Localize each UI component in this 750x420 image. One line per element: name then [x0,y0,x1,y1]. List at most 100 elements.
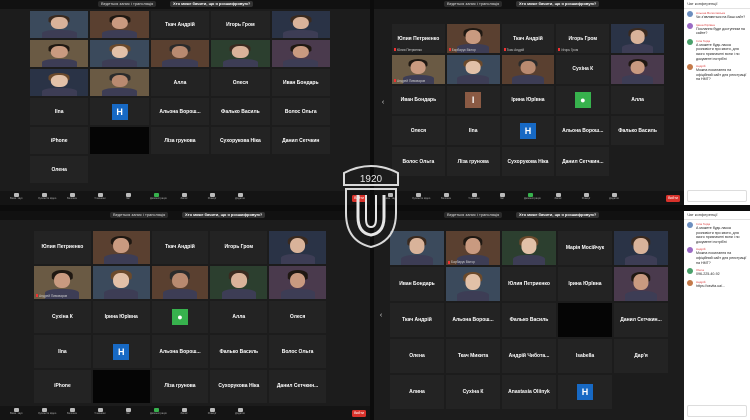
participant-tile[interactable]: Барбарук Віктор [446,231,500,265]
toolbar-button[interactable]: Додатки [608,193,620,203]
participant-tile[interactable] [92,265,150,299]
toolbar-button[interactable]: Додатки [234,408,246,418]
participant-tile[interactable]: Волос Ольга [271,98,330,125]
leave-meeting-button[interactable]: Вийти [666,195,680,202]
participant-tile[interactable]: Ірина Юрївна [501,85,555,115]
participant-tile[interactable] [90,69,149,96]
participant-tile[interactable] [614,267,668,301]
toolbar-button[interactable]: Учасники [468,193,480,203]
participant-tile[interactable]: Ірина Юрївна [558,267,612,301]
participant-tile[interactable]: Isabella [558,339,612,373]
participant-tile[interactable] [501,54,555,84]
participant-tile[interactable] [446,54,500,84]
participant-tile[interactable]: Альона Ворош... [556,116,610,146]
toolbar-button[interactable]: Вимк. звук [10,193,22,203]
participant-tile[interactable]: Ilna [446,116,500,146]
participant-tile[interactable]: Данил Сетчкин [271,127,330,154]
participant-tile[interactable] [269,265,326,299]
toolbar-button[interactable]: Запис [178,408,190,418]
toolbar-button[interactable]: Демонстрація [150,193,167,203]
participant-tile[interactable]: Андрей Пивоваров [392,54,445,84]
participant-tile[interactable]: Игорь Гром Игорь Гром [556,24,610,53]
participant-tile[interactable]: Альона Ворош... [150,98,210,125]
participant-tile[interactable]: Алла [611,85,664,115]
participant-tile[interactable]: H [90,98,149,125]
participant-tile[interactable] [269,231,326,264]
participant-tile[interactable] [151,265,209,299]
chat-input[interactable] [687,405,747,417]
toolbar-button[interactable]: Реакції [206,408,218,418]
participant-tile[interactable] [30,69,89,96]
participant-tile[interactable]: Ткач Андрій [151,231,209,264]
prev-page-arrow[interactable]: ‹ [380,98,386,108]
participant-tile[interactable]: Фалько Василь [502,303,556,337]
toolbar-button[interactable]: Учасники [94,408,106,418]
participant-tile[interactable]: I [446,85,500,115]
participant-tile[interactable]: Ilna [34,335,91,369]
participant-tile[interactable] [211,40,270,67]
toolbar-button[interactable]: Зупинити відео [38,193,56,203]
participant-tile[interactable]: Сухорукова Ніка [501,147,555,176]
participant-tile[interactable]: Барбарук Віктор [446,24,500,53]
toolbar-button[interactable]: Демонстрація [524,193,541,203]
prev-page-arrow[interactable]: ‹ [378,311,384,321]
participant-tile[interactable]: Данил Сетчкин... [614,303,668,337]
participant-tile[interactable]: Волос Ольга [269,335,326,369]
toolbar-button[interactable]: Додатки [234,193,246,203]
participant-tile[interactable]: Юлия Петриенко [34,231,91,264]
participant-tile[interactable]: Фалько Василь [611,116,664,146]
participant-tile[interactable] [271,11,330,38]
participant-tile[interactable] [446,267,500,301]
participant-tile[interactable]: ● [556,85,610,115]
participant-tile[interactable]: Сухіна К [34,300,91,334]
toolbar-button[interactable]: Чат [122,193,134,203]
participant-tile[interactable] [614,231,668,265]
participant-tile[interactable]: Фалько Василь [211,98,270,125]
participant-tile[interactable]: Алла [210,300,268,334]
participant-tile[interactable]: Фалько Василь [210,335,268,369]
toolbar-button[interactable]: Запис [552,193,564,203]
participant-tile[interactable]: Ліза грунова [151,370,209,403]
participant-tile[interactable]: Иван Бондарь [392,85,445,115]
transcript-question-button[interactable]: Хто може бачити, що я розшифровую? [516,212,600,218]
participant-tile[interactable]: H [92,335,150,369]
participant-tile[interactable]: Олена [30,156,89,183]
participant-tile[interactable]: Иван Бондарь [271,69,330,96]
participant-tile[interactable]: Ilna [30,98,89,125]
participant-tile[interactable]: Сухорукова Ніка [210,370,268,403]
participant-tile[interactable] [210,265,268,299]
toolbar-button[interactable]: Чат [496,193,508,203]
participant-tile[interactable]: Алла [150,69,210,96]
participant-tile[interactable]: Юлия Петриенко Юлия Петриенко [392,24,445,53]
participant-tile[interactable]: Игорь Гром [211,11,270,38]
participant-tile[interactable]: Альона Ворош... [446,303,500,337]
toolbar-button[interactable]: Вимк. звук [10,408,22,418]
toolbar-button[interactable]: Реакції [580,193,592,203]
chat-input[interactable] [687,190,747,202]
toolbar-button[interactable]: Реакції [206,193,218,203]
participant-tile[interactable]: iPhone [30,127,89,154]
participant-tile[interactable] [90,127,149,154]
participant-tile[interactable]: Сухіна К [556,54,610,84]
leave-meeting-button[interactable]: Вийти [352,410,366,417]
toolbar-button[interactable]: Запис [178,193,190,203]
toolbar-button[interactable]: Учасники [94,193,106,203]
transcript-question-button[interactable]: Хто може бачити, що я розшифровую? [182,212,266,218]
participant-tile[interactable]: Сухіна К [446,375,500,409]
participant-tile[interactable]: Андрій Чибота... [502,339,556,373]
participant-tile[interactable]: Олена [390,339,444,373]
participant-tile[interactable] [558,303,612,337]
toolbar-button[interactable]: Безпека [66,193,78,203]
participant-tile[interactable]: Ліза грунова [446,147,500,176]
participant-tile[interactable] [30,40,89,67]
participant-tile[interactable] [92,370,150,403]
participant-tile[interactable] [30,11,89,38]
participant-tile[interactable] [90,40,149,67]
participant-tile[interactable]: Сухорукова Ніка [211,127,270,154]
transcript-question-button[interactable]: Хто може бачити, що я розшифровую? [170,1,254,7]
participant-tile[interactable]: Anastasia Oliinyk [502,375,556,409]
participant-tile[interactable]: iPhone [34,370,91,403]
participant-tile[interactable]: Ткач Андрій Ткач Андрій [501,24,555,53]
participant-tile[interactable]: H [558,375,612,409]
participant-tile[interactable]: ● [151,300,209,334]
